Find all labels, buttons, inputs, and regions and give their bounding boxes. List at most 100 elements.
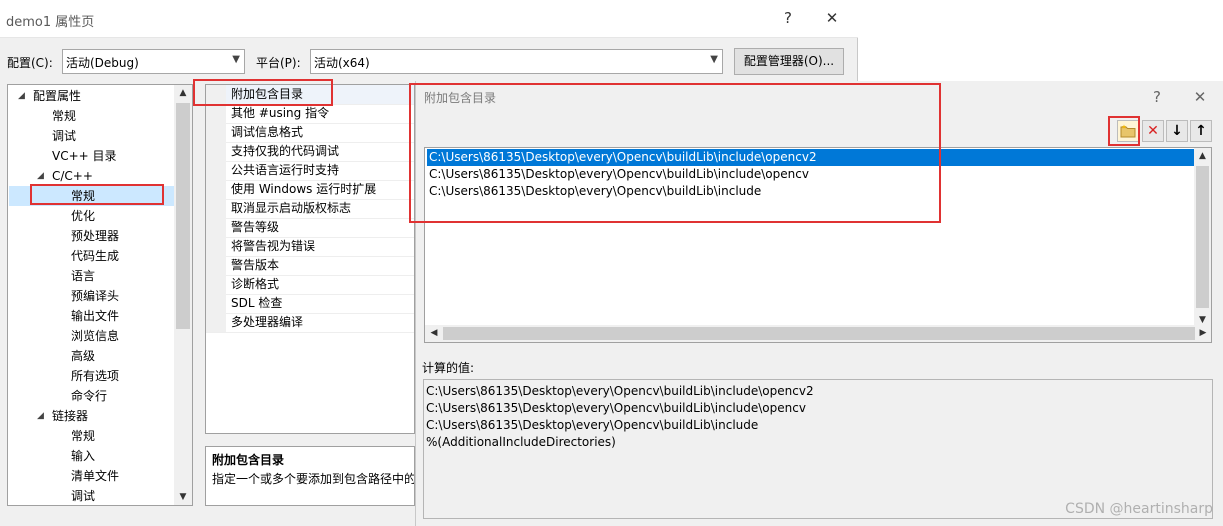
tree-item-output-files[interactable]: 输出文件 [71, 306, 119, 326]
property-name: 附加包含目录 [231, 87, 304, 101]
property-name: 多处理器编译 [231, 315, 304, 329]
directory-list[interactable]: C:\Users\86135\Desktop\every\Opencv\buil… [424, 147, 1212, 343]
tree-item-precompiled-headers[interactable]: 预编译头 [71, 286, 119, 306]
list-vertical-scrollbar[interactable]: ▲ ▼ [1194, 148, 1211, 328]
property-name: 公共语言运行时支持 [231, 163, 340, 177]
tree-item-code-generation[interactable]: 代码生成 [71, 246, 119, 266]
child-title-bar: 附加包含目录 ? ✕ [416, 81, 1223, 113]
tree-item-vc-directories[interactable]: VC++ 目录 [52, 146, 117, 166]
child-window-title: 附加包含目录 [424, 91, 497, 105]
scroll-up-icon[interactable]: ▲ [1194, 151, 1211, 161]
new-line-icon[interactable] [1117, 120, 1139, 142]
property-row[interactable]: 公共语言运行时支持 [206, 161, 414, 181]
include-directories-dialog: 附加包含目录 ? ✕ ✕ ↓ ↑ C:\Users\86135\Desktop\… [415, 81, 1223, 526]
platform-label: 平台(P): [256, 56, 301, 70]
property-row[interactable]: SDL 检查 [206, 294, 414, 314]
close-button[interactable]: ✕ [823, 9, 841, 27]
config-dropdown[interactable]: 活动(Debug) ▼ [62, 49, 245, 74]
property-name: 使用 Windows 运行时扩展 [231, 182, 377, 196]
property-name: 诊断格式 [231, 277, 280, 291]
property-row[interactable]: 附加包含目录 [206, 85, 414, 105]
property-name: 警告版本 [231, 258, 280, 272]
directory-entry[interactable]: C:\Users\86135\Desktop\every\Opencv\buil… [427, 149, 1195, 166]
directory-entry[interactable]: C:\Users\86135\Desktop\every\Opencv\buil… [427, 183, 1195, 200]
property-row[interactable]: 其他 #using 指令 [206, 104, 414, 124]
scroll-thumb[interactable] [443, 327, 1195, 340]
tree-item-config-properties[interactable]: 配置属性 [33, 86, 81, 106]
property-name: 取消显示启动版权标志 [231, 201, 352, 215]
property-tree: ◢ 配置属性 常规 调试 VC++ 目录 ◢ C/C++ 常规 优化 预处理器 … [7, 84, 193, 506]
tree-item-linker-general[interactable]: 常规 [71, 426, 95, 446]
property-name: 其他 #using 指令 [231, 106, 330, 120]
property-row[interactable]: 诊断格式 [206, 275, 414, 295]
property-name: 支持仅我的代码调试 [231, 144, 340, 158]
tree-item-advanced[interactable]: 高级 [71, 346, 95, 366]
chevron-down-icon: ▼ [710, 54, 718, 65]
computed-value-line: C:\Users\86135\Desktop\every\Opencv\buil… [426, 384, 814, 398]
computed-value-line: C:\Users\86135\Desktop\every\Opencv\buil… [426, 401, 806, 415]
title-bar: demo1 属性页 ? ✕ [0, 0, 858, 38]
scroll-up-icon[interactable]: ▲ [174, 88, 192, 98]
config-manager-button[interactable]: 配置管理器(O)... [734, 48, 844, 75]
platform-value: 活动(x64) [314, 56, 370, 70]
watermark: CSDN @heartinsharp [1065, 501, 1213, 517]
tree-item-optimization[interactable]: 优化 [71, 206, 95, 226]
collapse-icon[interactable]: ◢ [37, 411, 44, 421]
property-row[interactable]: 调试信息格式 [206, 123, 414, 143]
window-title: demo1 属性页 [6, 15, 95, 30]
tree-item-manifest-file[interactable]: 清单文件 [71, 466, 119, 486]
collapse-icon[interactable]: ◢ [37, 171, 44, 181]
scroll-down-icon[interactable]: ▼ [1194, 315, 1211, 325]
chevron-down-icon: ▼ [232, 54, 240, 65]
tree-item-browse-information[interactable]: 浏览信息 [71, 326, 119, 346]
tree-item-preprocessor[interactable]: 预处理器 [71, 226, 119, 246]
property-name: SDL 检查 [231, 296, 283, 310]
property-name: 调试信息格式 [231, 125, 304, 139]
list-horizontal-scrollbar[interactable]: ◀ ▶ [425, 325, 1211, 342]
scroll-thumb[interactable] [176, 103, 190, 329]
property-row[interactable]: 取消显示启动版权标志 [206, 199, 414, 219]
tree-item-input[interactable]: 输入 [71, 446, 95, 466]
help-button[interactable]: ? [1149, 88, 1165, 106]
property-row[interactable]: 支持仅我的代码调试 [206, 142, 414, 162]
move-down-icon[interactable]: ↓ [1166, 120, 1188, 142]
computed-value-box: C:\Users\86135\Desktop\every\Opencv\buil… [423, 379, 1213, 519]
scroll-right-icon[interactable]: ▶ [1194, 328, 1211, 338]
description-text: 指定一个或多个要添加到包含路径中的 [212, 472, 415, 486]
scroll-down-icon[interactable]: ▼ [174, 492, 192, 502]
tree-item-c-cpp[interactable]: C/C++ [52, 166, 93, 186]
delete-icon[interactable]: ✕ [1142, 120, 1164, 142]
tree-scrollbar[interactable]: ▲ ▼ [174, 85, 192, 505]
description-title: 附加包含目录 [212, 453, 285, 467]
config-value: 活动(Debug) [66, 56, 139, 70]
config-label: 配置(C): [7, 56, 53, 70]
move-up-icon[interactable]: ↑ [1190, 120, 1212, 142]
computed-value-line: C:\Users\86135\Desktop\every\Opencv\buil… [426, 418, 759, 432]
close-button[interactable]: ✕ [1191, 88, 1209, 106]
property-row[interactable]: 将警告视为错误 [206, 237, 414, 257]
property-row[interactable]: 使用 Windows 运行时扩展 [206, 180, 414, 200]
tree-item-debugging[interactable]: 调试 [52, 126, 76, 146]
tree-item-cpp-general[interactable]: 常规 [71, 186, 95, 206]
tree-item-command-line[interactable]: 命令行 [71, 386, 107, 406]
property-grid: 附加包含目录 其他 #using 指令 调试信息格式 支持仅我的代码调试 公共语… [205, 84, 415, 434]
tree-item-linker[interactable]: 链接器 [52, 406, 88, 426]
help-button[interactable]: ? [780, 9, 796, 27]
property-row[interactable]: 多处理器编译 [206, 313, 414, 333]
tree-item-language[interactable]: 语言 [71, 266, 95, 286]
property-name: 警告等级 [231, 220, 280, 234]
scroll-thumb[interactable] [1196, 166, 1209, 308]
collapse-icon[interactable]: ◢ [18, 91, 25, 101]
tree-item-linker-debugging[interactable]: 调试 [71, 486, 95, 505]
property-row[interactable]: 警告等级 [206, 218, 414, 238]
property-name: 将警告视为错误 [231, 239, 316, 253]
computed-value-line: %(AdditionalIncludeDirectories) [426, 435, 616, 449]
property-row[interactable]: 警告版本 [206, 256, 414, 276]
directory-entry[interactable]: C:\Users\86135\Desktop\every\Opencv\buil… [427, 166, 1195, 183]
property-description: 附加包含目录 指定一个或多个要添加到包含路径中的 [205, 446, 415, 506]
tree-item-general[interactable]: 常规 [52, 106, 76, 126]
tree-item-all-options[interactable]: 所有选项 [71, 366, 119, 386]
computed-value-label: 计算的值: [422, 361, 475, 375]
scroll-left-icon[interactable]: ◀ [425, 328, 443, 338]
platform-dropdown[interactable]: 活动(x64) ▼ [310, 49, 723, 74]
